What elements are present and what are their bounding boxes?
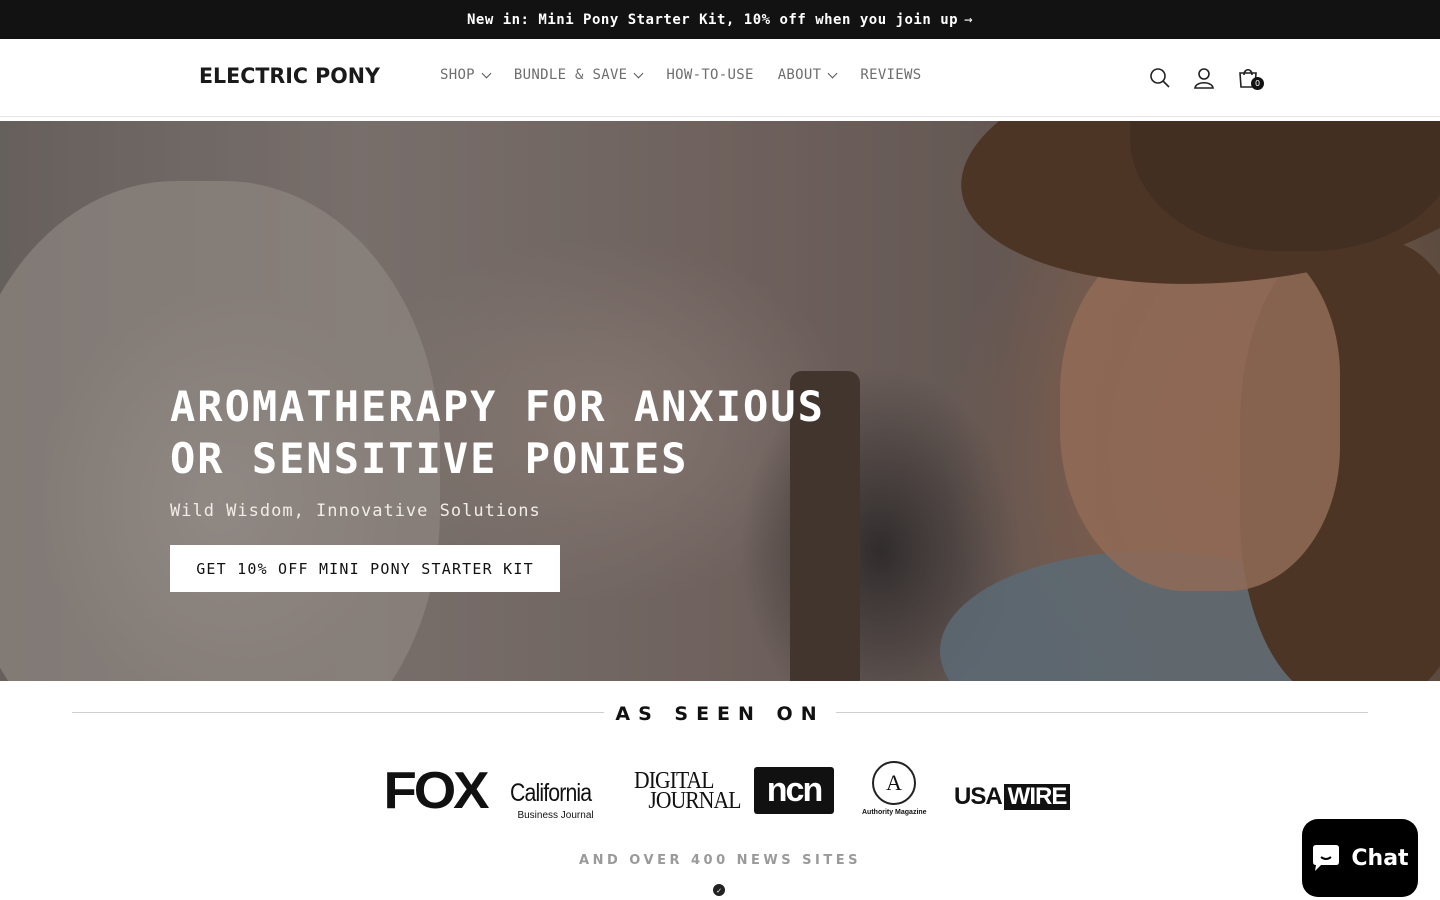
- nav-item-label: ABOUT: [777, 67, 822, 83]
- nav-item-label: REVIEWS: [860, 67, 922, 83]
- authority-magazine-logo: A Authority Magazine: [862, 761, 927, 816]
- nav-item-reviews[interactable]: REVIEWS: [860, 67, 921, 83]
- chevron-down-icon: [633, 68, 644, 78]
- chat-button[interactable]: Chat: [1302, 819, 1418, 897]
- chat-bubble-icon: [1313, 845, 1340, 871]
- nav-item-bundle-save[interactable]: BUNDLE & SAVE: [513, 67, 644, 83]
- chevron-down-icon: [481, 68, 492, 78]
- hero-content: AROMATHERAPY FOR ANXIOUS OR SENSITIVE PO…: [170, 381, 890, 592]
- search-icon: [1150, 68, 1170, 88]
- chat-label: Chat: [1351, 845, 1409, 871]
- verified-check-icon: ✓: [713, 884, 725, 896]
- site-header: ELECTRIC PONY SHOP BUNDLE & SAVE HOW-TO-…: [0, 39, 1440, 117]
- header-icons: 0: [1138, 61, 1270, 95]
- cart-count-badge: 0: [1251, 77, 1264, 90]
- search-button[interactable]: [1138, 61, 1182, 95]
- hero-subtitle: Wild Wisdom, Innovative Solutions: [170, 501, 541, 521]
- hero-banner: AROMATHERAPY FOR ANXIOUS OR SENSITIVE PO…: [0, 121, 1440, 681]
- account-button[interactable]: [1182, 61, 1226, 95]
- hero-title: AROMATHERAPY FOR ANXIOUS OR SENSITIVE PO…: [170, 382, 825, 483]
- press-more-text: AND OVER 400 NEWS SITES: [579, 853, 861, 868]
- fox-logo: FOX: [383, 762, 490, 820]
- hero-cta-button[interactable]: GET 10% OFF MINI PONY STARTER KIT: [170, 545, 560, 592]
- press-section: AS SEEN ON FOX California Business Journ…: [0, 681, 1440, 900]
- press-logos: FOX California Business Journal DIGITAL …: [383, 759, 1071, 821]
- cart-button[interactable]: 0: [1226, 61, 1270, 95]
- chevron-down-icon: [827, 68, 838, 78]
- nav-item-label: HOW-TO-USE: [666, 67, 754, 83]
- usa-wire-logo: USA WIRE: [954, 783, 1071, 811]
- nav-item-about[interactable]: ABOUT: [777, 67, 838, 83]
- press-title: AS SEEN ON: [615, 703, 825, 725]
- digital-journal-logo: DIGITAL JOURNAL: [634, 768, 741, 814]
- nav-item-label: BUNDLE & SAVE: [513, 67, 628, 83]
- announcement-text: New in: Mini Pony Starter Kit, 10% off w…: [466, 11, 959, 28]
- california-business-journal-logo: California Business Journal: [510, 779, 594, 821]
- account-icon: [1194, 68, 1214, 89]
- nav-item-how-to-use[interactable]: HOW-TO-USE: [666, 67, 753, 83]
- press-title-row: AS SEEN ON: [72, 703, 1368, 725]
- announcement-bar[interactable]: New in: Mini Pony Starter Kit, 10% off w…: [0, 0, 1440, 39]
- nav-item-shop[interactable]: SHOP: [440, 67, 492, 83]
- site-logo[interactable]: ELECTRIC PONY: [199, 64, 380, 88]
- ncn-logo: ncn: [754, 767, 834, 814]
- arrow-right-icon: →: [964, 11, 974, 28]
- nav-item-label: SHOP: [440, 67, 475, 83]
- main-nav: SHOP BUNDLE & SAVE HOW-TO-USE ABOUT REVI…: [440, 67, 945, 83]
